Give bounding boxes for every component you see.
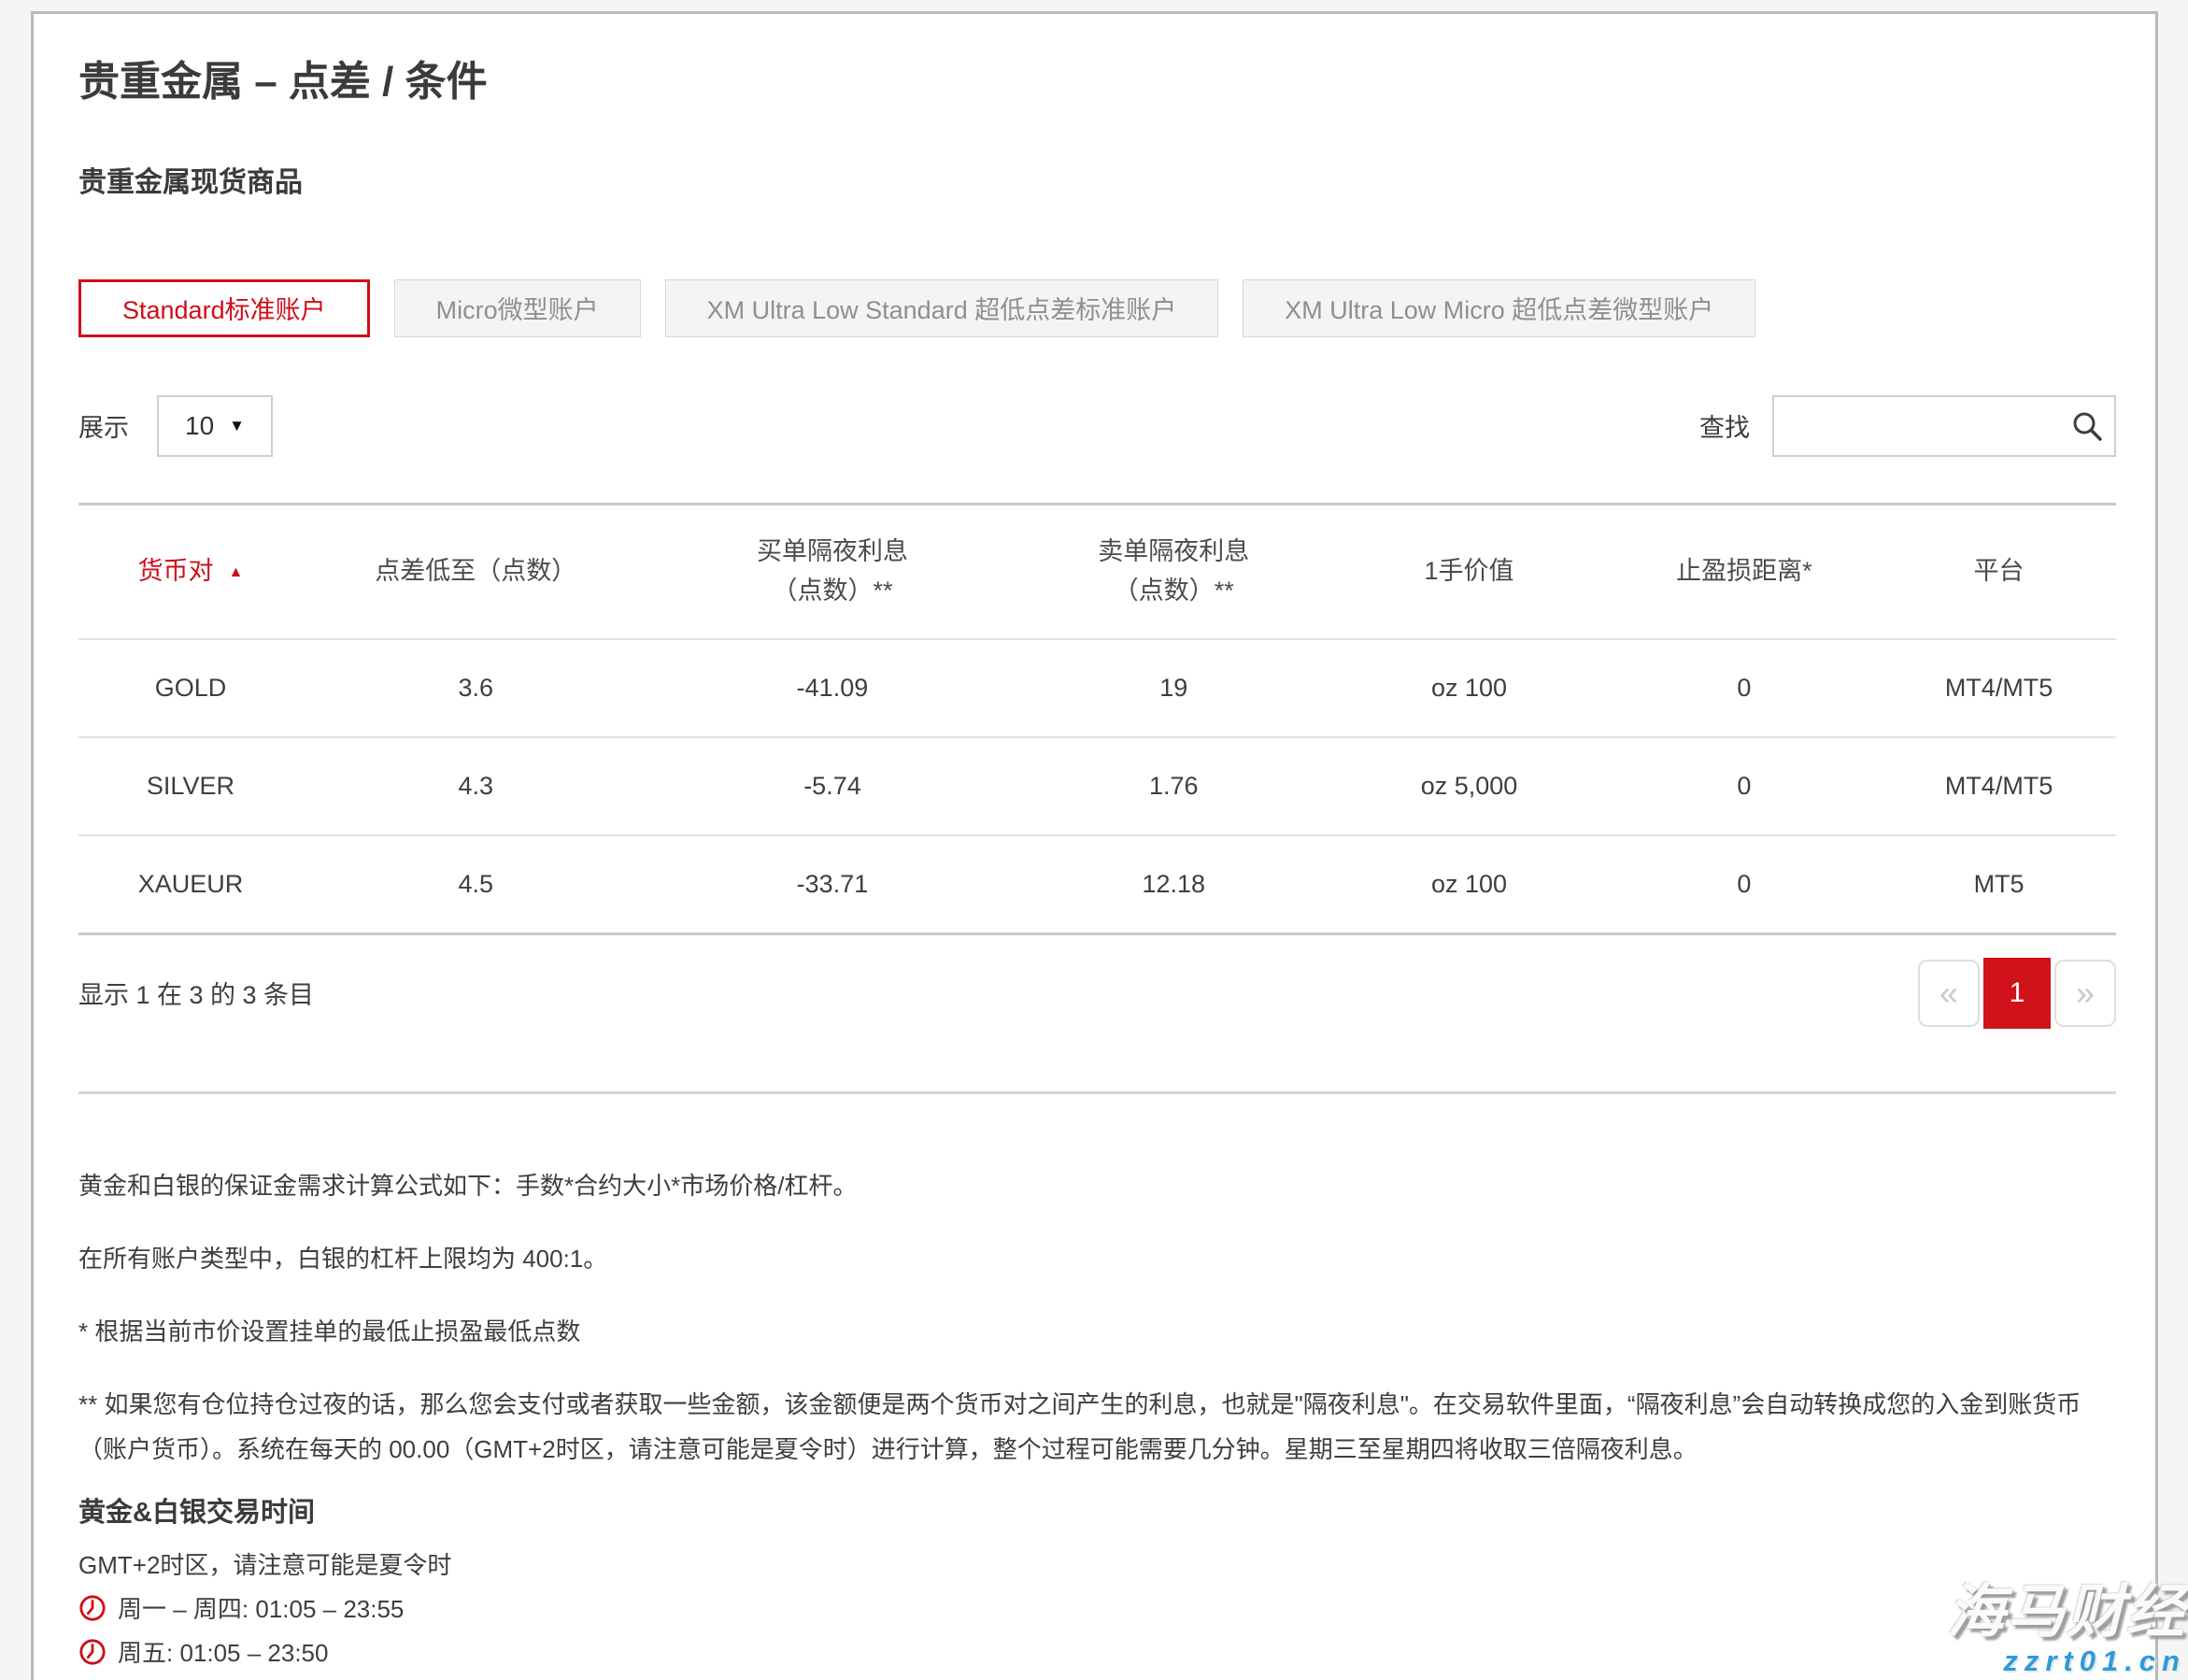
note-margin-formula: 黄金和白银的保证金需求计算公式如下：手数*合约大小*市场价格/杠杆。 bbox=[78, 1163, 2116, 1208]
cell-limit-stop: 0 bbox=[1607, 639, 1882, 737]
cell-lot-value: oz 100 bbox=[1331, 835, 1606, 933]
cell-platform: MT4/MT5 bbox=[1882, 737, 2116, 835]
entries-summary: 显示 1 在 3 的 3 条目 bbox=[78, 975, 314, 1011]
cell-currency-pair: SILVER bbox=[78, 737, 303, 835]
trading-hours-mon-thu: 周一 – 周四: 01:05 – 23:55 bbox=[78, 1590, 2116, 1625]
page-size-dropdown[interactable]: 10 ▼ bbox=[157, 395, 273, 457]
column-header-sublabel: （点数）** bbox=[1016, 572, 1331, 611]
notes-section: 黄金和白银的保证金需求计算公式如下：手数*合约大小*市场价格/杠杆。 在所有账户… bbox=[78, 1163, 2116, 1472]
sort-asc-icon: ▲ bbox=[229, 564, 244, 580]
trading-hours-mon-thu-text: 周一 – 周四: 01:05 – 23:55 bbox=[118, 1590, 404, 1625]
cell-limit-stop: 0 bbox=[1607, 737, 1882, 835]
page-title: 贵重金属 – 点差 / 条件 bbox=[78, 53, 2116, 111]
table-row-gold: GOLD 3.6 -41.09 19 oz 100 0 MT4/MT5 bbox=[78, 639, 2116, 737]
trading-hours-title: 黄金&白银交易时间 bbox=[78, 1490, 2116, 1530]
cell-long-swap: -5.74 bbox=[649, 737, 1016, 835]
cell-spread: 3.6 bbox=[303, 639, 649, 737]
column-header-currency-pair[interactable]: 货币对 ▲ bbox=[78, 504, 303, 639]
cell-limit-stop: 0 bbox=[1607, 835, 1882, 933]
note-leverage: 在所有账户类型中，白银的杠杆上限均为 400:1。 bbox=[78, 1236, 2116, 1281]
search-label: 查找 bbox=[1699, 407, 1750, 444]
trading-hours-timezone-note: GMT+2时区，请注意可能是夏令时 bbox=[78, 1546, 2116, 1581]
cell-short-swap: 12.18 bbox=[1016, 835, 1331, 933]
column-header-long-swap[interactable]: 买单隔夜利息 （点数）** bbox=[649, 504, 1016, 639]
tab-micro-account[interactable]: Micro微型账户 bbox=[394, 279, 641, 337]
column-header-label: 平台 bbox=[1974, 557, 2025, 585]
pagination-page-1-button[interactable]: 1 bbox=[1983, 958, 2051, 1029]
tab-ultra-low-micro-account[interactable]: XM Ultra Low Micro 超低点差微型账户 bbox=[1243, 279, 1755, 337]
page-subtitle: 贵重金属现货商品 bbox=[78, 164, 2116, 203]
cell-lot-value: oz 5,000 bbox=[1331, 737, 1606, 835]
column-header-limit-stop-level[interactable]: 止盈损距离* bbox=[1607, 504, 1882, 639]
column-header-short-swap[interactable]: 卖单隔夜利息 （点数）** bbox=[1016, 504, 1331, 639]
tab-ultra-low-standard-account[interactable]: XM Ultra Low Standard 超低点差标准账户 bbox=[665, 279, 1219, 337]
note-star: * 根据当前市价设置挂单的最低止损盈最低点数 bbox=[78, 1309, 2116, 1354]
search-area: 查找 bbox=[1699, 395, 2116, 457]
cell-short-swap: 1.76 bbox=[1016, 737, 1331, 835]
cell-lot-value: oz 100 bbox=[1331, 639, 1606, 737]
column-header-label: 止盈损距离* bbox=[1676, 557, 1812, 585]
cell-long-swap: -41.09 bbox=[649, 639, 1016, 737]
clock-icon bbox=[78, 1638, 107, 1666]
table-row-xaueur: XAUEUR 4.5 -33.71 12.18 oz 100 0 MT5 bbox=[78, 835, 2116, 933]
section-divider bbox=[78, 1091, 2116, 1094]
chevron-down-icon: ▼ bbox=[229, 417, 245, 435]
table-header-row: 货币对 ▲ 点差低至（点数） 买单隔夜利息 （点数）** 卖单隔夜利息 （点数）*… bbox=[78, 504, 2116, 639]
cell-spread: 4.3 bbox=[303, 737, 649, 835]
cell-currency-pair: XAUEUR bbox=[78, 835, 303, 933]
column-header-label: 买单隔夜利息 bbox=[649, 533, 1016, 572]
trading-hours-fri: 周五: 01:05 – 23:50 bbox=[78, 1634, 2116, 1669]
table-footer: 显示 1 在 3 的 3 条目 « 1 » bbox=[78, 958, 2116, 1029]
column-header-sublabel: （点数）** bbox=[649, 572, 1016, 611]
show-label: 展示 bbox=[78, 407, 129, 444]
search-box bbox=[1772, 395, 2116, 457]
column-header-label: 卖单隔夜利息 bbox=[1016, 533, 1331, 572]
column-header-platform[interactable]: 平台 bbox=[1882, 504, 2116, 639]
pagination-prev-button[interactable]: « bbox=[1918, 960, 1980, 1027]
cell-platform: MT4/MT5 bbox=[1882, 639, 2116, 737]
table-controls: 展示 10 ▼ 查找 bbox=[78, 395, 2116, 457]
content-panel: 贵重金属 – 点差 / 条件 贵重金属现货商品 Standard标准账户 Mic… bbox=[31, 11, 2158, 1680]
pagination-next-button[interactable]: » bbox=[2054, 960, 2116, 1027]
column-header-lot-value[interactable]: 1手价值 bbox=[1331, 504, 1606, 639]
column-header-label: 点差低至（点数） bbox=[375, 557, 576, 585]
account-type-tabs: Standard标准账户 Micro微型账户 XM Ultra Low Stan… bbox=[78, 279, 2116, 337]
cell-currency-pair: GOLD bbox=[78, 639, 303, 737]
cell-long-swap: -33.71 bbox=[649, 835, 1016, 933]
table-row-silver: SILVER 4.3 -5.74 1.76 oz 5,000 0 MT4/MT5 bbox=[78, 737, 2116, 835]
cell-short-swap: 19 bbox=[1016, 639, 1331, 737]
spreads-conditions-table: 货币对 ▲ 点差低至（点数） 买单隔夜利息 （点数）** 卖单隔夜利息 （点数）*… bbox=[78, 503, 2116, 935]
tab-standard-account[interactable]: Standard标准账户 bbox=[78, 279, 370, 337]
column-header-label: 1手价值 bbox=[1424, 557, 1513, 585]
cell-platform: MT5 bbox=[1882, 835, 2116, 933]
page-size-value: 10 bbox=[185, 411, 214, 441]
column-header-label: 货币对 bbox=[138, 557, 214, 585]
cell-spread: 4.5 bbox=[303, 835, 649, 933]
pagination: « 1 » bbox=[1918, 958, 2116, 1029]
search-input[interactable] bbox=[1772, 395, 2116, 457]
column-header-spread-as-low-as[interactable]: 点差低至（点数） bbox=[303, 504, 649, 639]
trading-hours-fri-text: 周五: 01:05 – 23:50 bbox=[118, 1634, 328, 1669]
note-double-star: ** 如果您有仓位持仓过夜的话，那么您会支付或者获取一些金额，该金额便是两个货币… bbox=[78, 1382, 2116, 1472]
clock-icon bbox=[78, 1594, 107, 1622]
search-icon bbox=[2071, 410, 2103, 442]
